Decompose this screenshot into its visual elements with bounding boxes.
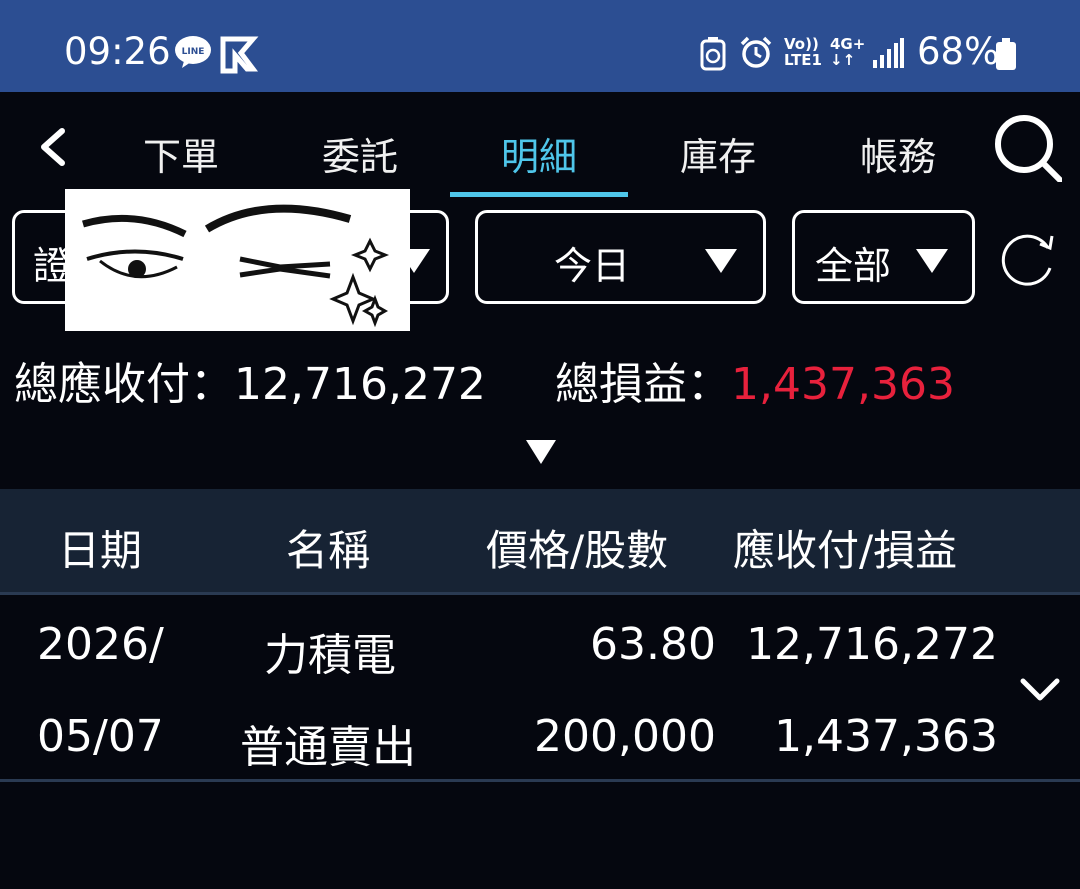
battery-percent: 68%	[917, 30, 1000, 73]
face-sticker	[65, 189, 410, 331]
row-pnl: 1,437,363	[774, 711, 998, 762]
total-pnl: 總損益：1,437,363	[555, 348, 955, 412]
header-date: 日期	[58, 526, 143, 575]
total-pnl-label: 總損益：	[555, 359, 731, 410]
tab-order[interactable]: 下單	[106, 126, 256, 181]
row-receivable: 12,716,272	[746, 619, 998, 670]
date-range-dropdown-icon	[705, 249, 737, 273]
volte-indicator: Vo)) LTE1	[784, 35, 822, 69]
row-stock-name: 力積電	[264, 630, 396, 681]
category-select[interactable]: 全部	[792, 210, 975, 304]
total-receivable-label: 總應收付：	[14, 359, 234, 410]
tab-accounts[interactable]: 帳務	[823, 126, 973, 181]
total-receivable: 總應收付：12,716,272	[14, 348, 486, 412]
nav-bar: 下單 委託 明細 庫存 帳務	[0, 92, 1080, 197]
row-shares: 200,000	[534, 711, 716, 762]
search-icon[interactable]	[994, 114, 1062, 182]
header-receivable-pnl: 應收付/損益	[733, 526, 958, 575]
active-tab-indicator	[450, 192, 628, 197]
battery-icon	[996, 38, 1016, 70]
svg-text:LINE: LINE	[182, 47, 205, 57]
date-range-label: 今日	[554, 244, 631, 288]
header-price-shares: 價格/股數	[486, 526, 669, 575]
total-pnl-value: 1,437,363	[731, 359, 955, 410]
signal-icon	[873, 38, 904, 68]
status-bar: 09:26 LINE Vo)) LTE1 4G+ ↓↑ 68%	[0, 0, 1080, 92]
tab-details[interactable]: 明細	[464, 126, 614, 181]
recycle-icon	[700, 37, 726, 71]
row-order-type: 普通賣出	[240, 722, 416, 773]
category-dropdown-icon	[916, 249, 948, 273]
tab-entrust[interactable]: 委託	[285, 126, 435, 181]
alarm-icon	[740, 36, 772, 68]
line-icon: LINE	[175, 36, 211, 68]
table-row[interactable]: 2026/ 05/07 力積電 普通賣出 63.80 200,000 12,71…	[0, 597, 1080, 782]
flag-icon	[220, 36, 259, 74]
header-name: 名稱	[286, 526, 371, 575]
status-time: 09:26	[64, 30, 171, 73]
category-label: 全部	[815, 244, 892, 288]
row-price: 63.80	[590, 619, 716, 670]
refresh-icon[interactable]	[998, 230, 1058, 290]
total-receivable-value: 12,716,272	[234, 359, 486, 410]
tab-inventory[interactable]: 庫存	[643, 126, 793, 181]
row-date-year: 2026/	[37, 619, 164, 670]
row-date-day: 05/07	[37, 711, 164, 762]
table-header: 日期 名稱 價格/股數 應收付/損益	[0, 489, 1080, 595]
back-arrow-icon[interactable]	[38, 127, 66, 167]
expand-summary-icon[interactable]	[526, 440, 556, 464]
date-range-select[interactable]: 今日	[475, 210, 766, 304]
chevron-down-icon[interactable]	[1020, 677, 1060, 703]
network-indicator: 4G+ ↓↑	[830, 35, 866, 69]
